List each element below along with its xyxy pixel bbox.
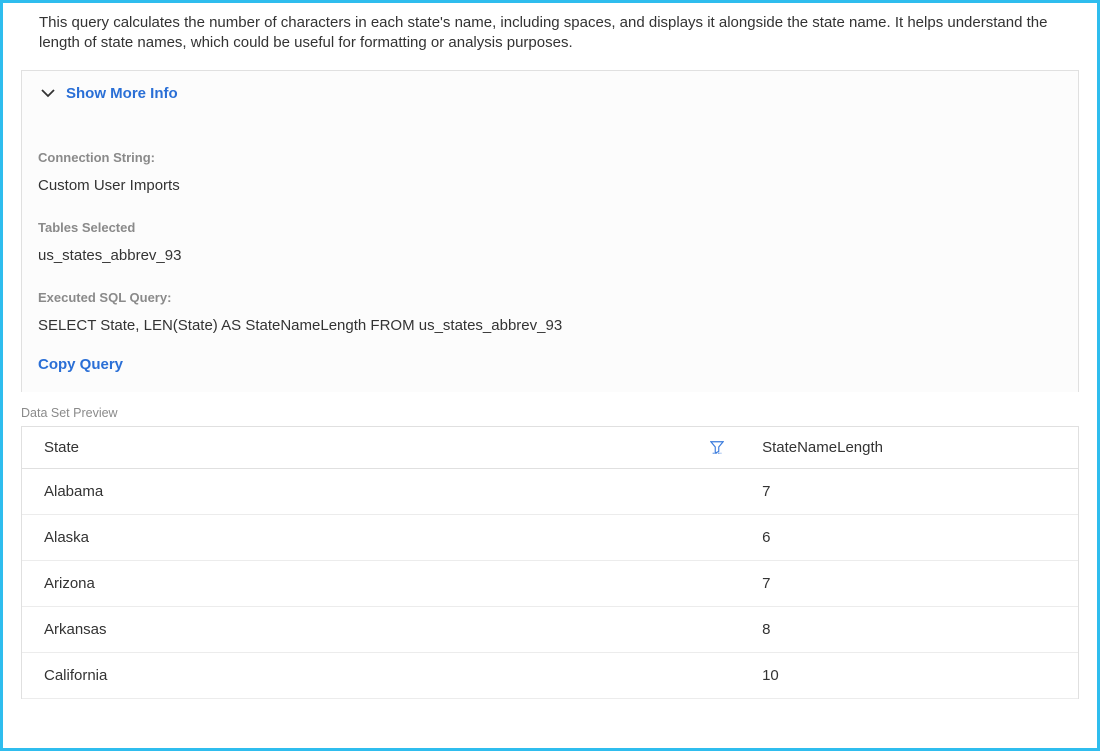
cell-state: Arkansas [22, 606, 740, 652]
cell-length: 10 [740, 652, 1078, 698]
column-header-state-label: State [44, 439, 79, 456]
table-row[interactable]: California10 [22, 652, 1078, 698]
table-row[interactable]: Alaska6 [22, 514, 1078, 560]
app-frame: This query calculates the number of char… [0, 0, 1100, 751]
executed-sql-label: Executed SQL Query: [38, 290, 1062, 305]
cell-state: Alaska [22, 514, 740, 560]
connection-string-label: Connection String: [38, 150, 1062, 165]
cell-length: 8 [740, 606, 1078, 652]
cell-length: 6 [740, 514, 1078, 560]
table-row[interactable]: Alabama7 [22, 468, 1078, 514]
cell-state: Alabama [22, 468, 740, 514]
table-row[interactable]: Arizona7 [22, 560, 1078, 606]
table-row[interactable]: Arkansas8 [22, 606, 1078, 652]
cell-state: California [22, 652, 740, 698]
show-more-info-toggle[interactable]: Show More Info [38, 85, 1062, 102]
data-set-preview-label: Data Set Preview [21, 406, 1097, 420]
cell-state: Arizona [22, 560, 740, 606]
column-header-length[interactable]: StateNameLength [740, 426, 1078, 468]
cell-length: 7 [740, 560, 1078, 606]
info-panel: Show More Info Connection String: Custom… [21, 70, 1079, 392]
connection-string-value: Custom User Imports [38, 177, 1062, 194]
executed-sql-value: SELECT State, LEN(State) AS StateNameLen… [38, 317, 1062, 334]
data-set-preview-table: State StateNameLength Alabama7Alaska [21, 426, 1079, 699]
tables-selected-label: Tables Selected [38, 220, 1062, 235]
chevron-down-icon [40, 87, 56, 99]
cell-length: 7 [740, 468, 1078, 514]
query-description: This query calculates the number of char… [3, 3, 1097, 60]
filter-icon[interactable] [710, 440, 724, 454]
column-header-state[interactable]: State [22, 426, 740, 468]
table-header-row: State StateNameLength [22, 426, 1078, 468]
column-header-length-label: StateNameLength [762, 439, 883, 456]
tables-selected-value: us_states_abbrev_93 [38, 247, 1062, 264]
copy-query-button[interactable]: Copy Query [38, 356, 123, 373]
show-more-info-label: Show More Info [66, 85, 178, 102]
